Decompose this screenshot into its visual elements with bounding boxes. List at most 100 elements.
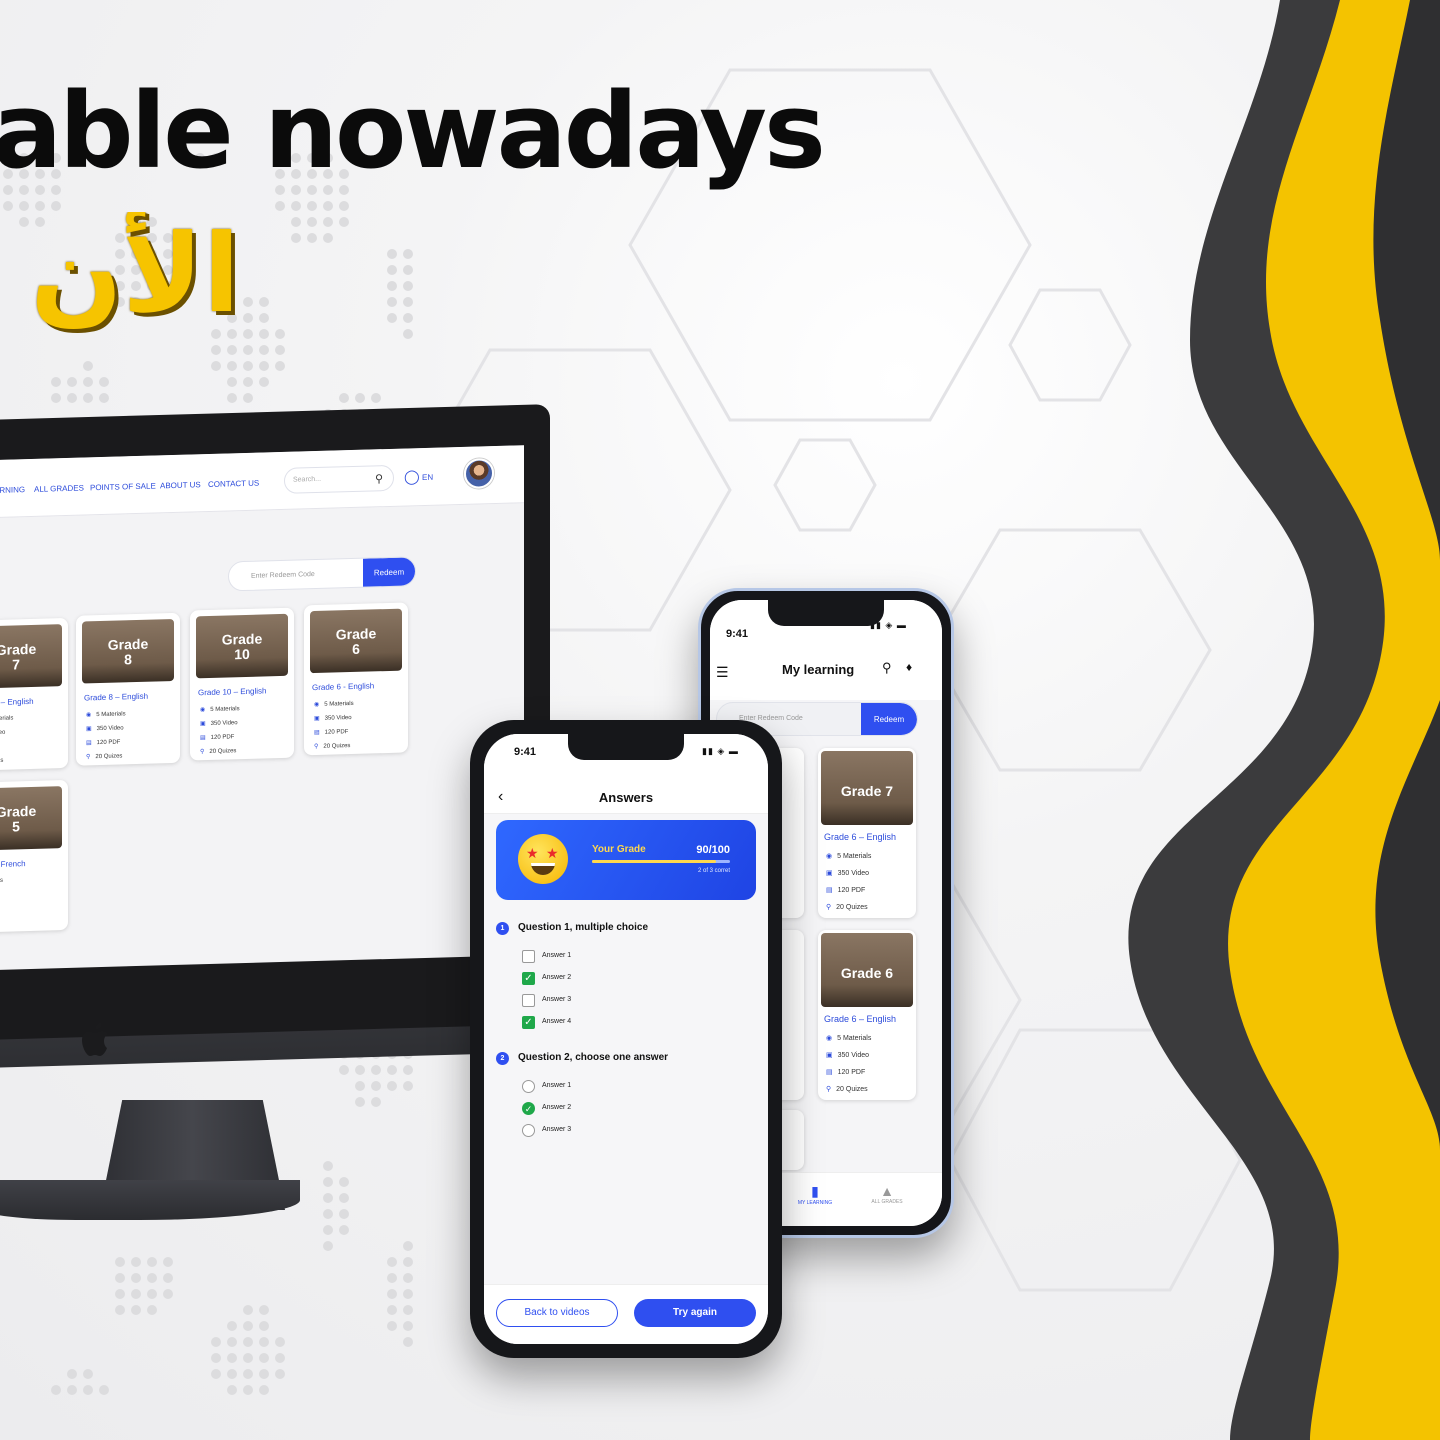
stat-materials: aterials: [0, 715, 14, 722]
hamburger-menu-icon[interactable]: ☰: [716, 664, 729, 681]
arabic-headline: الأن أ: [0, 212, 240, 337]
star-eyes-emoji-icon: ★ ★: [518, 834, 568, 884]
nav-contact-us[interactable]: CONTACT US: [208, 479, 259, 489]
answer-label: Answer 4: [542, 1018, 572, 1025]
stat-materials: ◉ 5 Materials: [314, 700, 354, 709]
language-selector[interactable]: EN: [422, 473, 433, 482]
grade-thumbnail: Grade 6: [821, 933, 913, 1007]
headline-text: able nowadays: [0, 70, 826, 192]
stat-materials: ◉ 5 Materials: [86, 711, 126, 719]
globe-icon[interactable]: ◯: [404, 468, 420, 485]
website-screen: ARNING ALL GRADES POINTS OF SALE ABOUT U…: [0, 445, 524, 970]
user-avatar[interactable]: [464, 458, 494, 489]
search-icon[interactable]: ⚲: [375, 472, 383, 485]
apple-logo-icon: [82, 1022, 108, 1056]
phone-notch: [568, 734, 684, 760]
stat-pdf: ▤ 120 PDF: [826, 1069, 866, 1076]
answer-label: Answer 2: [542, 974, 572, 981]
question-number-badge: 2: [496, 1052, 509, 1065]
stat-materials: ials: [0, 877, 4, 884]
nav-all-grades[interactable]: ALL GRADES: [34, 483, 84, 493]
checkbox-checked-icon[interactable]: ✓: [522, 972, 535, 985]
nav-points-of-sale[interactable]: POINTS OF SALE: [90, 481, 156, 492]
stat-videos: ideo: [0, 729, 6, 736]
book-icon: ▮: [811, 1183, 819, 1199]
stat-videos: ▣ 350 Video: [826, 1052, 870, 1059]
checkbox[interactable]: [522, 950, 535, 963]
question-2-text: Question 2, choose one answer: [518, 1052, 669, 1063]
nav-about-us[interactable]: ABOUT US: [160, 480, 201, 490]
radio-checked-icon[interactable]: ✓: [522, 1102, 535, 1115]
bell-icon[interactable]: ♦: [906, 660, 912, 674]
grade-subtitle: 2 of 3 corret: [697, 868, 730, 874]
grade-card[interactable]: Grade 7 Grade 6 – English ◉ 5 Materials ▣…: [818, 748, 916, 918]
grade-title: Grade 10 – English: [198, 686, 267, 698]
stat-videos: ▣ 350 Video: [826, 870, 870, 877]
phone-screen: 9:41 ▮▮ ◈ ▬ Answers ‹ ★ ★ Your Grade 90/…: [484, 734, 768, 1344]
grade-thumbnail: Grade 7: [0, 624, 62, 689]
tab-label: MY LEARNING: [797, 1200, 833, 1206]
grade-progress-fill: [592, 860, 717, 863]
redeem-button[interactable]: Redeem: [363, 557, 415, 589]
stat-pdf: ▤ 120 PDF: [200, 734, 235, 742]
redeem-button[interactable]: Redeem: [861, 703, 917, 735]
website-search-input[interactable]: Search... ⚲: [284, 464, 394, 494]
grade-title: 7 – English: [0, 696, 34, 707]
checkbox[interactable]: [522, 994, 535, 1007]
stat-quizzes: ⚲ 20 Quizes: [826, 904, 868, 911]
grade-progress-bar: [592, 860, 730, 863]
answer-label: Answer 3: [542, 1126, 572, 1133]
grade-card[interactable]: Grade 10 Grade 10 – English ◉ 5 Materials…: [190, 607, 294, 761]
grade-thumbnail: Grade 6: [310, 608, 402, 674]
stat-videos: ▣ 350 Video: [86, 725, 124, 733]
tab-all-grades[interactable]: ▲ ALL GRADES: [862, 1183, 912, 1205]
grade-title: Grade 6 – English: [824, 832, 897, 842]
graduation-cap-icon: ▲: [880, 1183, 894, 1199]
grade-thumbnail: Grade 7: [821, 751, 913, 825]
stat-quizzes: ⚲ 20 Quizes: [200, 748, 237, 756]
stat-quizzes: zes: [0, 757, 4, 764]
back-to-videos-button[interactable]: Back to videos: [496, 1299, 618, 1327]
question-1-text: Question 1, multiple choice: [518, 922, 649, 933]
stat-quizzes: ⚲ 20 Quizes: [86, 753, 123, 761]
search-placeholder: Search...: [293, 475, 322, 484]
question-number-badge: 1: [496, 922, 509, 935]
answer-label: Answer 3: [542, 996, 572, 1003]
grade-title: – French: [0, 859, 26, 869]
nav-my-learning[interactable]: ARNING: [0, 485, 25, 495]
radio-button[interactable]: [522, 1124, 535, 1137]
status-time: 9:41: [514, 746, 537, 758]
grade-summary-card: ★ ★ Your Grade 90/100 2 of 3 corret: [496, 820, 756, 900]
grade-card[interactable]: Grade 8 Grade 8 – English ◉ 5 Materials ▣…: [76, 612, 180, 766]
grade-card[interactable]: Grade 5 – French ials o s: [0, 779, 68, 933]
stat-materials: ◉ 5 Materials: [200, 706, 240, 714]
search-icon[interactable]: ⚲: [882, 660, 892, 676]
checkbox-checked-icon[interactable]: ✓: [522, 1016, 535, 1029]
screen-title: Answers: [598, 790, 654, 805]
stat-videos: ▣ 350 Video: [200, 720, 238, 728]
yellow-wave-decoration: [1128, 0, 1440, 1440]
grade-title: Grade 6 – English: [824, 1014, 897, 1024]
answer-label: Answer 1: [542, 1082, 572, 1089]
status-time: 9:41: [726, 628, 749, 640]
grade-thumbnail: Grade 8: [82, 618, 174, 684]
redeem-code-field[interactable]: Enter Redeem Code Redeem: [228, 556, 416, 592]
signal-wifi-battery-icon: ▮▮ ◈ ▬: [702, 746, 739, 756]
answer-label: Answer 1: [542, 952, 572, 959]
grade-title: Grade 6 - English: [312, 681, 375, 693]
grade-title: Grade 8 – English: [84, 691, 149, 703]
radio-button[interactable]: [522, 1080, 535, 1093]
stat-quizzes: ⚲ 20 Quizes: [314, 743, 351, 751]
answers-footer: Back to videos Try again: [484, 1284, 768, 1344]
screen-title: My learning: [782, 662, 855, 677]
tab-my-learning[interactable]: ▮ MY LEARNING: [790, 1183, 840, 1206]
back-arrow-icon[interactable]: ‹: [498, 788, 503, 806]
phone-notch: [768, 600, 884, 626]
grade-card[interactable]: Grade 7 7 – English aterials ideo F zes: [0, 617, 68, 771]
grade-card[interactable]: Grade 6 Grade 6 – English ◉ 5 Materials ▣…: [818, 930, 916, 1100]
grade-card[interactable]: Grade 6 Grade 6 - English ◉ 5 Materials ▣…: [304, 602, 408, 756]
stat-videos: ▣ 350 Video: [314, 715, 352, 723]
try-again-button[interactable]: Try again: [634, 1299, 756, 1327]
answer-label: Answer 2: [542, 1104, 572, 1111]
grade-thumbnail: Grade 10: [196, 613, 288, 679]
